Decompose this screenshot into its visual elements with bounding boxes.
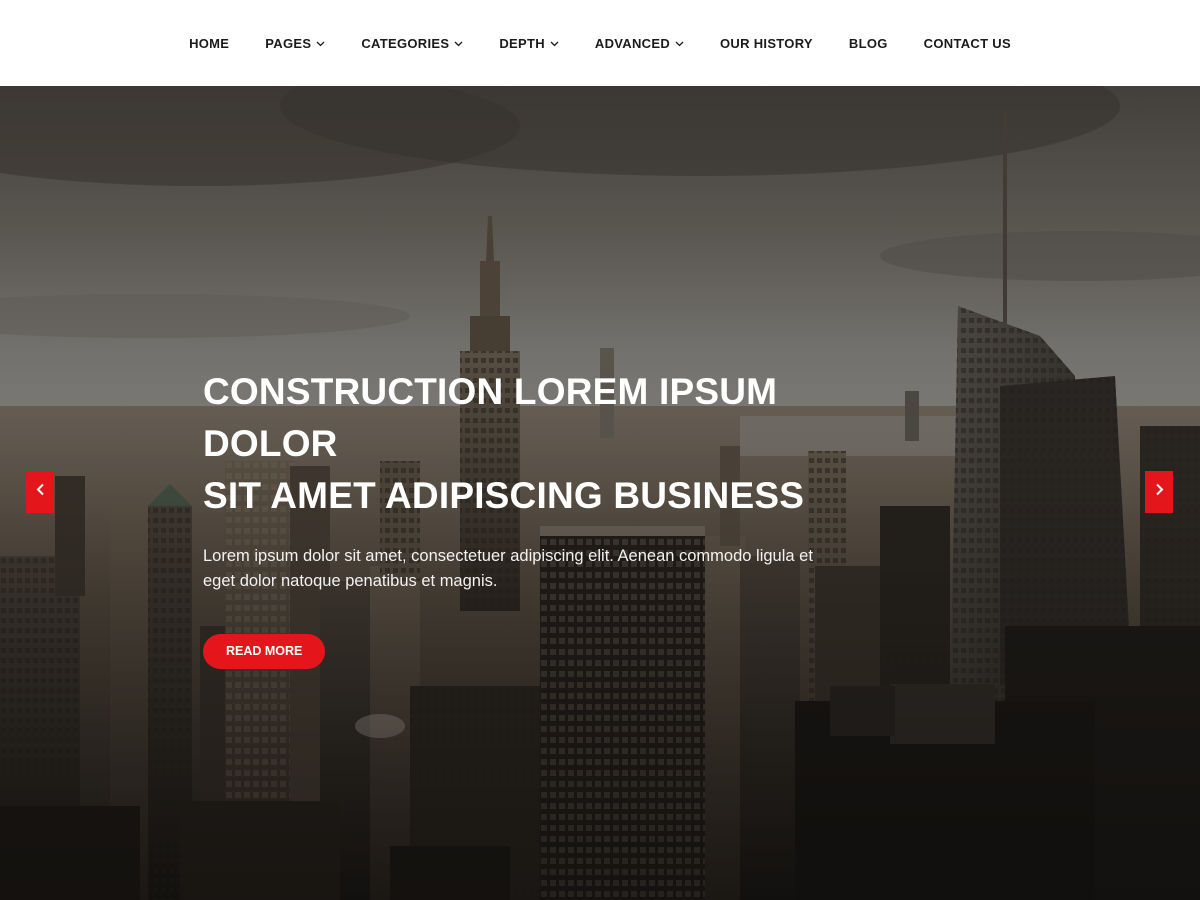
nav-item-home[interactable]: HOME bbox=[171, 0, 247, 86]
slider-prev-button[interactable] bbox=[26, 471, 54, 513]
nav-item-our-history[interactable]: OUR HISTORY bbox=[702, 0, 831, 86]
hero-slider: CONSTRUCTION LOREM IPSUM DOLOR SIT AMET … bbox=[0, 86, 1200, 900]
nav-item-advanced[interactable]: ADVANCED bbox=[577, 0, 702, 86]
nav-item-label: OUR HISTORY bbox=[720, 35, 813, 51]
hero-title: CONSTRUCTION LOREM IPSUM DOLOR SIT AMET … bbox=[203, 366, 883, 522]
slider-next-button[interactable] bbox=[1145, 471, 1173, 513]
chevron-right-icon bbox=[1155, 483, 1164, 501]
hero-title-line-2: SIT AMET ADIPISCING BUSINESS bbox=[203, 475, 805, 516]
nav-item-pages[interactable]: PAGES bbox=[247, 0, 343, 86]
hero-content: CONSTRUCTION LOREM IPSUM DOLOR SIT AMET … bbox=[203, 366, 883, 669]
read-more-button[interactable]: READ MORE bbox=[203, 634, 326, 669]
nav-item-label: HOME bbox=[189, 35, 230, 51]
nav-item-label: ADVANCED bbox=[594, 35, 671, 51]
nav-item-depth[interactable]: DEPTH bbox=[481, 0, 577, 86]
hero-description: Lorem ipsum dolor sit amet, consectetuer… bbox=[203, 547, 813, 590]
chevron-left-icon bbox=[36, 483, 45, 501]
main-nav: HOME PAGES CATEGORIES DEPTH ADVANCED OUR… bbox=[0, 0, 1200, 86]
nav-item-label: PAGES bbox=[265, 35, 312, 51]
chevron-down-icon bbox=[316, 41, 325, 47]
nav-item-label: CATEGORIES bbox=[361, 35, 450, 51]
nav-item-label: CONTACT US bbox=[923, 35, 1011, 51]
nav-item-label: BLOG bbox=[848, 35, 888, 51]
nav-item-label: DEPTH bbox=[499, 35, 545, 51]
chevron-down-icon bbox=[675, 41, 684, 47]
chevron-down-icon bbox=[550, 41, 559, 47]
nav-item-contact-us[interactable]: CONTACT US bbox=[906, 0, 1029, 86]
chevron-down-icon bbox=[454, 41, 463, 47]
nav-item-blog[interactable]: BLOG bbox=[831, 0, 906, 86]
hero-title-line-1: CONSTRUCTION LOREM IPSUM DOLOR bbox=[203, 371, 778, 464]
site-header: HOME PAGES CATEGORIES DEPTH ADVANCED OUR… bbox=[0, 0, 1200, 86]
nav-item-categories[interactable]: CATEGORIES bbox=[343, 0, 481, 86]
